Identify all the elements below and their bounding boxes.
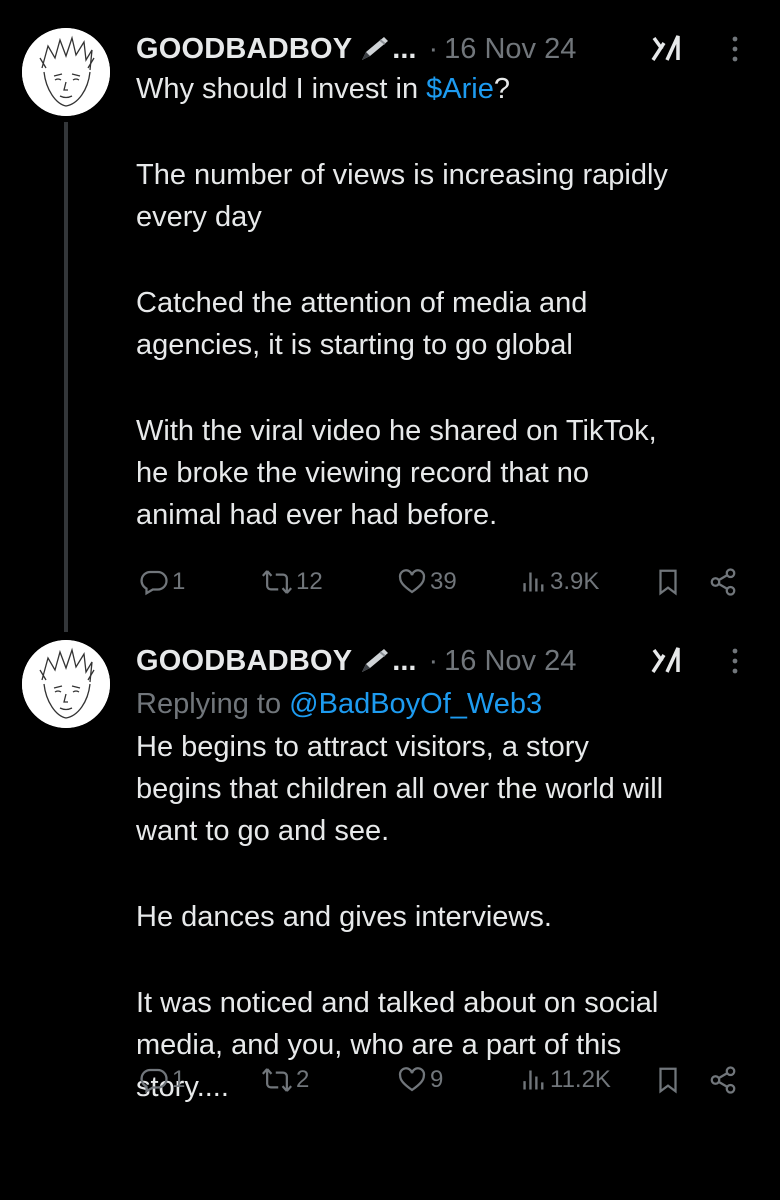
repost-button[interactable]: 2 bbox=[258, 1060, 309, 1100]
grok-icon[interactable] bbox=[650, 644, 682, 684]
more-icon[interactable] bbox=[730, 646, 740, 684]
like-button[interactable]: 39 bbox=[394, 562, 457, 602]
bookmark-button[interactable] bbox=[652, 1060, 681, 1100]
mention-link[interactable]: @BadBoyOf_Web3 bbox=[289, 688, 542, 720]
tweet-line: every day bbox=[136, 201, 262, 233]
tweet[interactable]: GOODBADBOY ... · 16 Nov 24 bbox=[0, 620, 780, 1200]
reply-button[interactable]: 1 bbox=[136, 1060, 185, 1100]
tweet-actions: 1 2 9 11.2K bbox=[136, 1060, 750, 1100]
tweet-date[interactable]: 16 Nov 24 bbox=[444, 645, 576, 678]
tweet-line: Catched the attention of media and bbox=[136, 287, 588, 319]
tweet[interactable]: GOODBADBOY ... · 16 Nov 24 bbox=[0, 0, 780, 632]
cashtag-link[interactable]: $Arie bbox=[426, 73, 494, 105]
author-name[interactable]: GOODBADBOY bbox=[136, 645, 352, 678]
tweet-content: GOODBADBOY ... · 16 Nov 24 bbox=[136, 642, 750, 1108]
reply-count: 1 bbox=[172, 568, 186, 595]
tweet-header: GOODBADBOY ... · 16 Nov 24 bbox=[136, 642, 750, 680]
name-ellipsis: ... bbox=[392, 32, 417, 65]
tweet-line: He begins to attract visitors, a story bbox=[136, 731, 589, 763]
views-button[interactable]: 3.9K bbox=[518, 562, 599, 602]
separator: · bbox=[428, 644, 439, 677]
like-button[interactable]: 9 bbox=[394, 1060, 443, 1100]
tweet-line: animal had ever had before. bbox=[136, 499, 498, 531]
tweet-line: He dances and gives interviews. bbox=[136, 901, 552, 933]
tweet-line: he broke the viewing record that no bbox=[136, 457, 589, 489]
tweet-line: agencies, it is starting to go global bbox=[136, 329, 573, 361]
tweet-date[interactable]: 16 Nov 24 bbox=[444, 33, 576, 66]
bookmark-button[interactable] bbox=[652, 562, 681, 602]
reply-icon bbox=[139, 567, 169, 597]
text-segment: Why should I invest in bbox=[136, 73, 427, 105]
grok-icon[interactable] bbox=[650, 32, 682, 72]
pen-icon bbox=[358, 34, 390, 64]
reply-button[interactable]: 1 bbox=[136, 562, 185, 602]
tweet-line: begins that children all over the world … bbox=[136, 773, 664, 805]
like-icon bbox=[397, 567, 427, 597]
separator: · bbox=[428, 32, 439, 65]
tweet-actions: 1 12 39 3.9K bbox=[136, 562, 750, 602]
text-segment: ? bbox=[493, 73, 510, 105]
reply-count: 1 bbox=[172, 1066, 186, 1093]
share-icon bbox=[707, 1065, 739, 1095]
tweet-line: It was noticed and talked about on socia… bbox=[136, 987, 659, 1019]
views-count: 11.2K bbox=[550, 1066, 611, 1093]
more-icon[interactable] bbox=[730, 34, 740, 72]
like-count: 9 bbox=[430, 1066, 444, 1093]
thread-line bbox=[64, 122, 68, 632]
bookmark-icon bbox=[655, 1065, 681, 1095]
tweet-line: want to go and see. bbox=[136, 815, 390, 847]
share-button[interactable] bbox=[704, 562, 739, 602]
tweet-header: GOODBADBOY ... · 16 Nov 24 bbox=[136, 30, 750, 68]
repost-icon bbox=[261, 567, 293, 597]
views-icon bbox=[521, 567, 547, 597]
tweet-text: He begins to attract visitors, a story b… bbox=[136, 726, 750, 1108]
avatar[interactable] bbox=[22, 640, 110, 728]
tweet-line: With the viral video he shared on TikTok… bbox=[136, 415, 657, 447]
name-ellipsis: ... bbox=[392, 644, 417, 677]
replying-prefix: Replying to bbox=[136, 688, 290, 720]
views-count: 3.9K bbox=[550, 568, 600, 595]
replying-to: Replying to @BadBoyOf_Web3 bbox=[136, 682, 750, 726]
views-icon bbox=[521, 1065, 547, 1095]
repost-count: 2 bbox=[296, 1066, 310, 1093]
tweet-content: GOODBADBOY ... · 16 Nov 24 bbox=[136, 30, 750, 536]
tweet-line: Why should I invest in $Arie? bbox=[136, 68, 750, 110]
repost-count: 12 bbox=[296, 568, 323, 595]
like-icon bbox=[397, 1065, 427, 1095]
avatar[interactable] bbox=[22, 28, 110, 116]
like-count: 39 bbox=[430, 568, 457, 595]
tweet-line: The number of views is increasing rapidl… bbox=[136, 159, 668, 191]
tweet-text: Why should I invest in $Arie? The number… bbox=[136, 68, 750, 536]
share-button[interactable] bbox=[704, 1060, 739, 1100]
repost-button[interactable]: 12 bbox=[258, 562, 323, 602]
bookmark-icon bbox=[655, 567, 681, 597]
author-name[interactable]: GOODBADBOY bbox=[136, 33, 352, 66]
pen-icon bbox=[358, 646, 390, 676]
share-icon bbox=[707, 567, 739, 597]
views-button[interactable]: 11.2K bbox=[518, 1060, 611, 1100]
reply-icon bbox=[139, 1065, 169, 1095]
repost-icon bbox=[261, 1065, 293, 1095]
